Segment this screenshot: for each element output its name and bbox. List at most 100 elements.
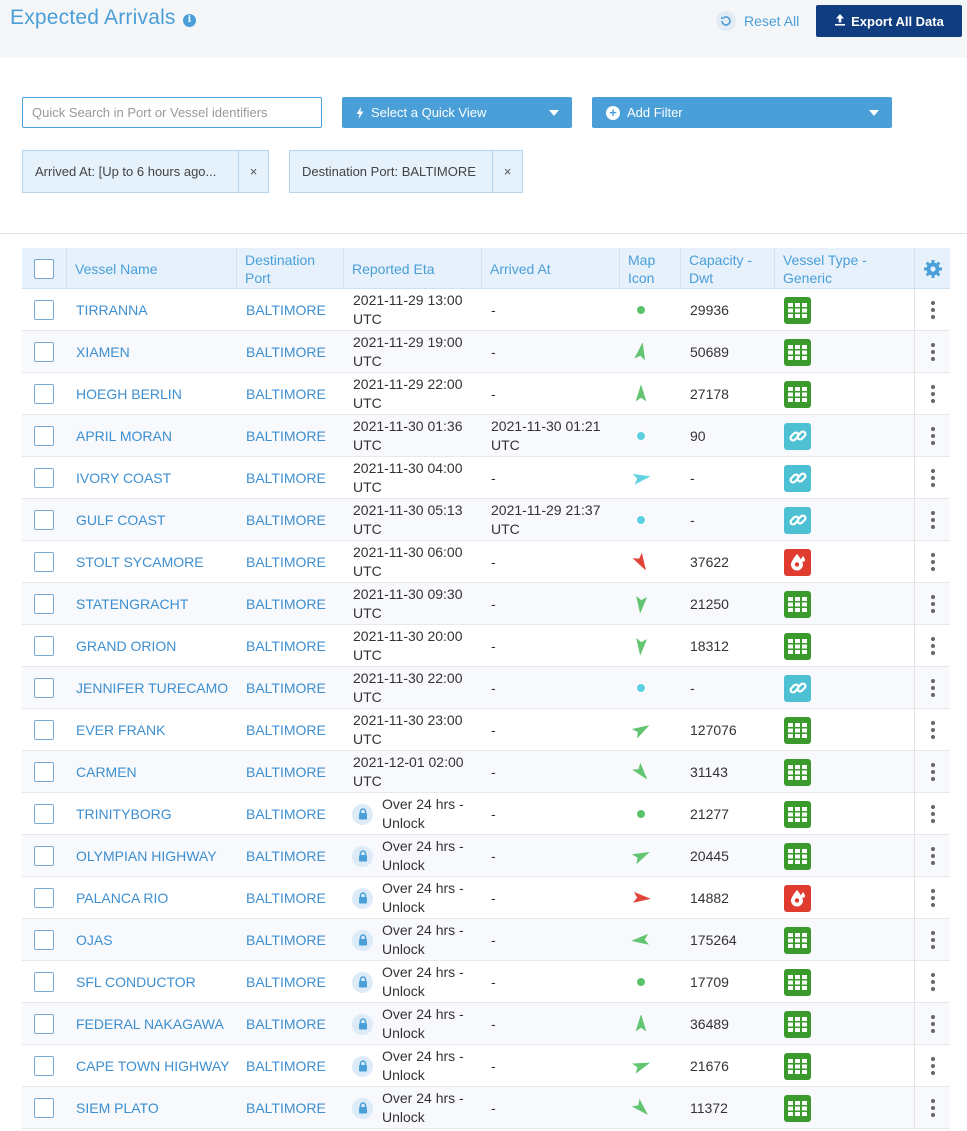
- row-checkbox[interactable]: [34, 426, 54, 446]
- close-icon[interactable]: ×: [238, 151, 268, 192]
- reported-eta-cell[interactable]: Over 24 hrs - Unlock: [352, 1003, 480, 1045]
- table-row[interactable]: PALANCA RIO BALTIMORE Over 24 hrs - Unlock…: [22, 877, 950, 919]
- vessel-name-link[interactable]: SFL CONDUCTOR: [76, 974, 196, 990]
- quick-view-dropdown[interactable]: Select a Quick View: [342, 97, 572, 128]
- destination-port-link[interactable]: BALTIMORE: [246, 512, 326, 528]
- row-checkbox[interactable]: [34, 1098, 54, 1118]
- unlock-text[interactable]: Over 24 hrs - Unlock: [382, 795, 472, 833]
- destination-port-link[interactable]: BALTIMORE: [246, 848, 326, 864]
- table-row[interactable]: SIEM PLATO BALTIMORE Over 24 hrs - Unlock -…: [22, 1087, 950, 1129]
- gear-icon[interactable]: [923, 259, 943, 279]
- more-options-icon[interactable]: [930, 721, 935, 739]
- vessel-name-link[interactable]: OLYMPIAN HIGHWAY: [76, 848, 217, 864]
- column-header-capacity[interactable]: Capacity - Dwt: [680, 248, 774, 289]
- more-options-icon[interactable]: [930, 973, 935, 991]
- table-row[interactable]: STATENGRACHT BALTIMORE 2021-11-30 09:30 UT…: [22, 583, 950, 625]
- more-options-icon[interactable]: [930, 343, 935, 361]
- table-row[interactable]: OJAS BALTIMORE Over 24 hrs - Unlock - 175264: [22, 919, 950, 961]
- more-options-icon[interactable]: [930, 847, 935, 865]
- reported-eta-cell[interactable]: Over 24 hrs - Unlock: [352, 961, 480, 1003]
- vessel-name-link[interactable]: EVER FRANK: [76, 722, 165, 738]
- unlock-text[interactable]: Over 24 hrs - Unlock: [382, 1047, 472, 1085]
- reset-all-button[interactable]: Reset All: [716, 10, 799, 32]
- row-checkbox[interactable]: [34, 888, 54, 908]
- reported-eta-cell[interactable]: Over 24 hrs - Unlock: [352, 919, 480, 961]
- destination-port-link[interactable]: BALTIMORE: [246, 806, 326, 822]
- destination-port-link[interactable]: BALTIMORE: [246, 1016, 326, 1032]
- vessel-name-link[interactable]: CARMEN: [76, 764, 137, 780]
- table-row[interactable]: CAPE TOWN HIGHWAY BALTIMORE Over 24 hrs - …: [22, 1045, 950, 1087]
- column-header-reported-eta[interactable]: Reported Eta: [343, 248, 481, 289]
- destination-port-link[interactable]: BALTIMORE: [246, 470, 326, 486]
- vessel-name-link[interactable]: HOEGH BERLIN: [76, 386, 182, 402]
- destination-port-link[interactable]: BALTIMORE: [246, 722, 326, 738]
- vessel-name-link[interactable]: JENNIFER TURECAMO: [76, 680, 228, 696]
- reported-eta-cell[interactable]: Over 24 hrs - Unlock: [352, 793, 480, 835]
- destination-port-link[interactable]: BALTIMORE: [246, 344, 326, 360]
- destination-port-link[interactable]: BALTIMORE: [246, 974, 326, 990]
- close-icon[interactable]: ×: [492, 151, 522, 192]
- column-header-map-icon[interactable]: Map Icon: [619, 248, 680, 289]
- more-options-icon[interactable]: [930, 595, 935, 613]
- more-options-icon[interactable]: [930, 805, 935, 823]
- more-options-icon[interactable]: [930, 637, 935, 655]
- column-header-destination-port[interactable]: Destination Port: [236, 248, 343, 289]
- add-filter-dropdown[interactable]: + Add Filter: [592, 97, 892, 128]
- row-checkbox[interactable]: [34, 636, 54, 656]
- table-row[interactable]: XIAMEN BALTIMORE 2021-11-29 19:00 UTC - 5068…: [22, 331, 950, 373]
- more-options-icon[interactable]: [930, 763, 935, 781]
- more-options-icon[interactable]: [930, 511, 935, 529]
- table-row[interactable]: STOLT SYCAMORE BALTIMORE 2021-11-30 06:00 …: [22, 541, 950, 583]
- vessel-name-link[interactable]: STATENGRACHT: [76, 596, 188, 612]
- row-checkbox[interactable]: [34, 594, 54, 614]
- destination-port-link[interactable]: BALTIMORE: [246, 554, 326, 570]
- row-checkbox[interactable]: [34, 678, 54, 698]
- vessel-name-link[interactable]: IVORY COAST: [76, 470, 171, 486]
- table-row[interactable]: GULF COAST BALTIMORE 2021-11-30 05:13 UTC 2…: [22, 499, 950, 541]
- row-checkbox[interactable]: [34, 930, 54, 950]
- row-checkbox[interactable]: [34, 510, 54, 530]
- unlock-text[interactable]: Over 24 hrs - Unlock: [382, 1005, 472, 1043]
- vessel-name-link[interactable]: GRAND ORION: [76, 638, 176, 654]
- more-options-icon[interactable]: [930, 1015, 935, 1033]
- unlock-text[interactable]: Over 24 hrs - Unlock: [382, 1089, 472, 1127]
- column-header-vessel-type[interactable]: Vessel Type - Generic: [774, 248, 914, 289]
- destination-port-link[interactable]: BALTIMORE: [246, 1100, 326, 1116]
- table-row[interactable]: IVORY COAST BALTIMORE 2021-11-30 04:00 UTC…: [22, 457, 950, 499]
- column-header-arrived-at[interactable]: Arrived At: [481, 248, 619, 289]
- table-row[interactable]: EVER FRANK BALTIMORE 2021-11-30 23:00 UTC -…: [22, 709, 950, 751]
- row-checkbox[interactable]: [34, 720, 54, 740]
- vessel-name-link[interactable]: CAPE TOWN HIGHWAY: [76, 1058, 230, 1074]
- more-options-icon[interactable]: [930, 427, 935, 445]
- reported-eta-cell[interactable]: Over 24 hrs - Unlock: [352, 1045, 480, 1087]
- row-checkbox[interactable]: [34, 552, 54, 572]
- info-icon[interactable]: i: [183, 14, 196, 27]
- reported-eta-cell[interactable]: Over 24 hrs - Unlock: [352, 1087, 480, 1129]
- row-checkbox[interactable]: [34, 384, 54, 404]
- more-options-icon[interactable]: [930, 931, 935, 949]
- more-options-icon[interactable]: [930, 301, 935, 319]
- reported-eta-cell[interactable]: Over 24 hrs - Unlock: [352, 877, 480, 919]
- destination-port-link[interactable]: BALTIMORE: [246, 764, 326, 780]
- destination-port-link[interactable]: BALTIMORE: [246, 890, 326, 906]
- row-checkbox[interactable]: [34, 468, 54, 488]
- row-checkbox[interactable]: [34, 1056, 54, 1076]
- table-row[interactable]: JENNIFER TURECAMO BALTIMORE 2021-11-30 22:…: [22, 667, 950, 709]
- column-header-vessel-name[interactable]: Vessel Name: [66, 248, 236, 289]
- vessel-name-link[interactable]: SIEM PLATO: [76, 1100, 159, 1116]
- destination-port-link[interactable]: BALTIMORE: [246, 428, 326, 444]
- destination-port-link[interactable]: BALTIMORE: [246, 1058, 326, 1074]
- row-checkbox[interactable]: [34, 972, 54, 992]
- more-options-icon[interactable]: [930, 553, 935, 571]
- destination-port-link[interactable]: BALTIMORE: [246, 302, 326, 318]
- destination-port-link[interactable]: BALTIMORE: [246, 680, 326, 696]
- more-options-icon[interactable]: [930, 385, 935, 403]
- row-checkbox[interactable]: [34, 300, 54, 320]
- row-checkbox[interactable]: [34, 1014, 54, 1034]
- unlock-text[interactable]: Over 24 hrs - Unlock: [382, 837, 472, 875]
- unlock-text[interactable]: Over 24 hrs - Unlock: [382, 921, 472, 959]
- filter-chip-destination-port[interactable]: Destination Port: BALTIMORE ×: [289, 150, 523, 193]
- vessel-name-link[interactable]: APRIL MORAN: [76, 428, 172, 444]
- destination-port-link[interactable]: BALTIMORE: [246, 596, 326, 612]
- vessel-name-link[interactable]: OJAS: [76, 932, 113, 948]
